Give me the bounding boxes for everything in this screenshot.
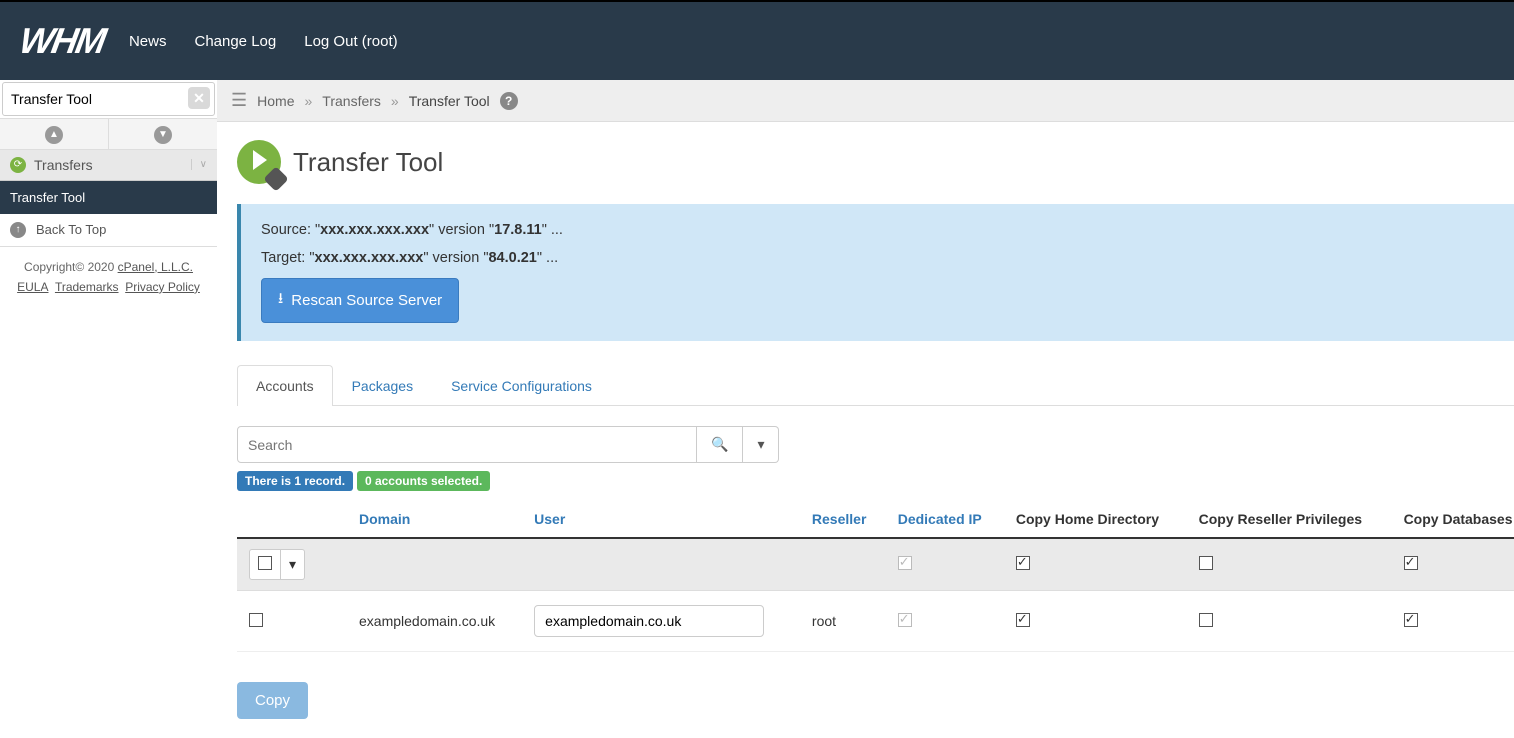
row-dedicated-ip-checkbox bbox=[898, 613, 912, 627]
row-copy-reseller-checkbox[interactable] bbox=[1199, 613, 1213, 627]
tab-accounts[interactable]: Accounts bbox=[237, 365, 333, 406]
nav-logout[interactable]: Log Out (root) bbox=[304, 33, 397, 50]
server-info-box: Source: "xxx.xxx.xxx.xxx" version "17.8.… bbox=[237, 204, 1514, 341]
breadcrumb-transfers[interactable]: Transfers bbox=[322, 93, 381, 109]
transfer-tool-icon bbox=[237, 140, 281, 184]
download-icon: ⭳ bbox=[278, 288, 283, 313]
page-title: Transfer Tool bbox=[293, 147, 443, 178]
chevron-down-icon: ∨ bbox=[191, 159, 207, 170]
rescan-label: Rescan Source Server bbox=[291, 292, 442, 309]
cpanel-link[interactable]: cPanel, L.L.C. bbox=[118, 260, 193, 274]
clear-search-icon[interactable]: ✕ bbox=[188, 87, 210, 109]
select-all-dropdown[interactable]: ▾ bbox=[281, 549, 305, 580]
eula-link[interactable]: EULA bbox=[17, 280, 48, 294]
caret-down-icon: ▾ bbox=[757, 436, 764, 452]
row-copy-home-checkbox[interactable] bbox=[1016, 613, 1030, 627]
select-all-checkbox[interactable] bbox=[249, 549, 281, 580]
cell-reseller: root bbox=[800, 591, 886, 652]
arrow-up-icon: ↑ bbox=[10, 222, 26, 238]
sidebar-search-input[interactable] bbox=[3, 83, 214, 115]
tab-service-configurations[interactable]: Service Configurations bbox=[432, 365, 611, 406]
help-icon[interactable]: ? bbox=[500, 92, 518, 110]
transfers-icon: ⟳ bbox=[10, 157, 26, 173]
col-domain[interactable]: Domain bbox=[347, 501, 522, 538]
sidebar-item-transfer-tool[interactable]: Transfer Tool bbox=[0, 181, 217, 214]
nav-change-log[interactable]: Change Log bbox=[194, 33, 276, 50]
search-icon: 🔍 bbox=[711, 436, 728, 452]
dedicated-ip-all-checkbox bbox=[898, 556, 912, 570]
back-to-top-label: Back To Top bbox=[36, 222, 106, 237]
record-count-badge: There is 1 record. bbox=[237, 471, 353, 491]
sidebar-footer: Copyright© 2020 cPanel, L.L.C. EULA Trad… bbox=[0, 247, 217, 308]
row-select-checkbox[interactable] bbox=[249, 613, 263, 627]
sidebar-group-transfers[interactable]: ⟳ Transfers ∨ bbox=[0, 150, 217, 181]
scroll-up-button[interactable]: ▲ bbox=[0, 119, 109, 149]
col-reseller[interactable]: Reseller bbox=[800, 501, 886, 538]
rescan-source-button[interactable]: ⭳ Rescan Source Server bbox=[261, 278, 459, 323]
copy-button[interactable]: Copy bbox=[237, 682, 308, 719]
sidebar-group-label: Transfers bbox=[34, 157, 191, 173]
trademarks-link[interactable]: Trademarks bbox=[55, 280, 119, 294]
tab-packages[interactable]: Packages bbox=[333, 365, 432, 406]
privacy-link[interactable]: Privacy Policy bbox=[125, 280, 200, 294]
breadcrumb-home[interactable]: Home bbox=[257, 93, 294, 109]
scroll-down-button[interactable]: ▼ bbox=[109, 119, 217, 149]
search-options-dropdown[interactable]: ▾ bbox=[743, 426, 779, 463]
cell-domain: exampledomain.co.uk bbox=[347, 591, 522, 652]
whm-logo: WHM bbox=[16, 20, 107, 62]
table-search-input[interactable] bbox=[237, 426, 697, 463]
col-copy-db: Copy Databases bbox=[1392, 501, 1514, 538]
nav-news[interactable]: News bbox=[129, 33, 167, 50]
copy-home-all-checkbox[interactable] bbox=[1016, 556, 1030, 570]
breadcrumb-sep: » bbox=[391, 93, 399, 109]
col-copy-reseller: Copy Reseller Privileges bbox=[1187, 501, 1392, 538]
breadcrumb-sep: » bbox=[305, 93, 313, 109]
search-button[interactable]: 🔍 bbox=[697, 426, 743, 463]
selected-count-badge: 0 accounts selected. bbox=[357, 471, 490, 491]
col-copy-home: Copy Home Directory bbox=[1004, 501, 1187, 538]
col-user[interactable]: User bbox=[522, 501, 800, 538]
user-input[interactable] bbox=[534, 605, 764, 637]
copy-reseller-all-checkbox[interactable] bbox=[1199, 556, 1213, 570]
menu-toggle-icon[interactable]: ☰ bbox=[231, 90, 247, 111]
copy-db-all-checkbox[interactable] bbox=[1404, 556, 1418, 570]
col-dedicated-ip[interactable]: Dedicated IP bbox=[886, 501, 1004, 538]
row-copy-db-checkbox[interactable] bbox=[1404, 613, 1418, 627]
breadcrumb-current: Transfer Tool bbox=[409, 93, 490, 109]
back-to-top-button[interactable]: ↑ Back To Top bbox=[0, 214, 217, 247]
